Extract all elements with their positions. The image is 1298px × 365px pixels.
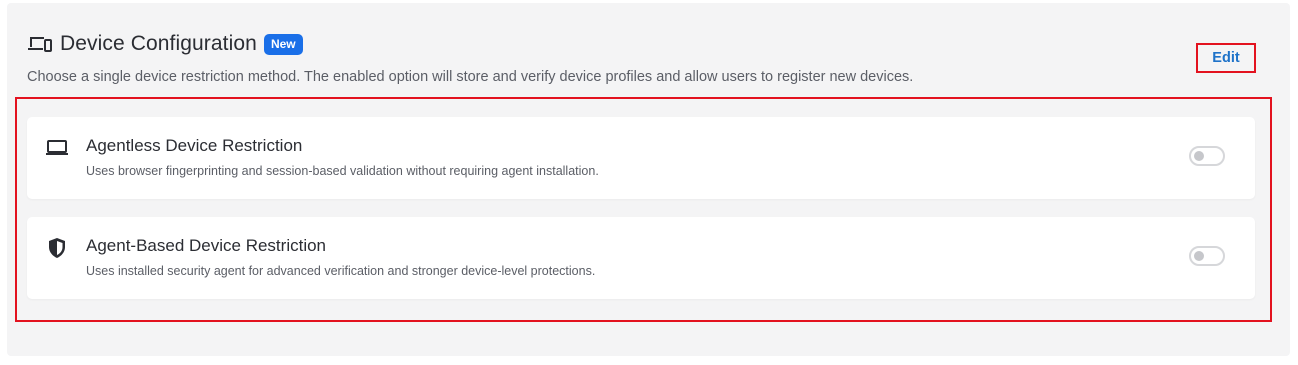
option-title: Agentless Device Restriction <box>86 136 303 155</box>
section-description: Choose a single device restriction metho… <box>27 69 914 85</box>
new-badge: New <box>263 33 303 55</box>
toggle-knob <box>1194 251 1204 261</box>
edit-button[interactable]: Edit <box>1196 43 1256 73</box>
agentless-toggle[interactable] <box>1189 146 1225 166</box>
page-title: Device Configuration <box>60 32 257 55</box>
shield-icon <box>45 237 69 259</box>
option-card-agent-based: Agent-Based Device Restriction Uses inst… <box>27 217 1255 299</box>
devices-icon <box>27 34 53 54</box>
option-card-agentless: Agentless Device Restriction Uses browse… <box>27 117 1255 199</box>
toggle-knob <box>1194 151 1204 161</box>
option-title: Agent-Based Device Restriction <box>86 236 327 255</box>
option-description: Uses browser fingerprinting and session-… <box>86 164 599 178</box>
agent-based-toggle[interactable] <box>1189 246 1225 266</box>
laptop-icon <box>45 137 69 159</box>
section-header: Device Configuration New <box>27 31 303 57</box>
option-description: Uses installed security agent for advanc… <box>86 264 596 278</box>
